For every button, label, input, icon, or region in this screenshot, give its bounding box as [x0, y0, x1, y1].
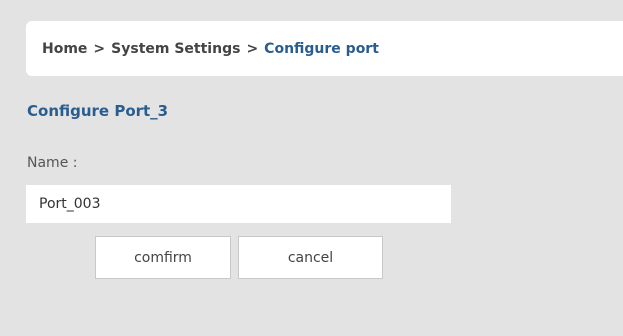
page: Home > System Settings > Configure port … — [0, 0, 623, 336]
page-title: Configure Port_3 — [27, 102, 169, 120]
breadcrumb: Home > System Settings > Configure port — [26, 21, 623, 76]
breadcrumb-home[interactable]: Home — [42, 41, 87, 57]
name-label: Name : — [27, 155, 78, 171]
breadcrumb-system-settings[interactable]: System Settings — [111, 41, 240, 57]
cancel-button[interactable]: cancel — [238, 236, 383, 279]
breadcrumb-separator: > — [93, 40, 106, 57]
breadcrumb-configure-port: Configure port — [264, 40, 379, 57]
breadcrumb-separator: > — [246, 40, 259, 57]
name-input[interactable] — [26, 185, 451, 223]
confirm-button[interactable]: comfirm — [95, 236, 231, 279]
